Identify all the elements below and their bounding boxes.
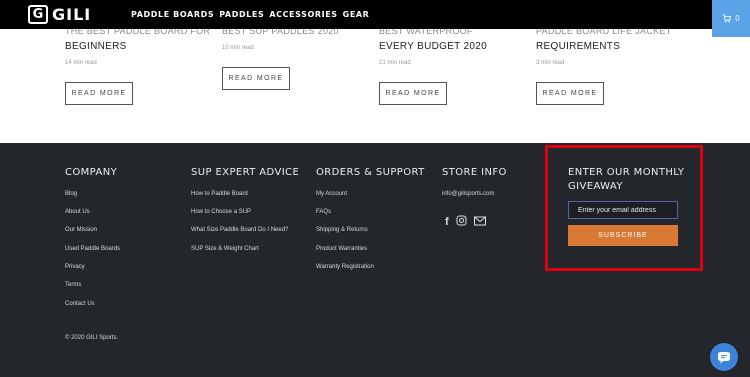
footer-link-contact-us[interactable]: Contact Us	[65, 301, 95, 307]
subscribe-button[interactable]: SUBSCRIBE	[568, 225, 678, 246]
chat-icon	[718, 351, 730, 363]
footer-link-my-account[interactable]: My Account	[316, 191, 347, 197]
article-title[interactable]: REQUIREMENTS	[536, 41, 620, 52]
social-links: f	[445, 215, 486, 229]
read-more-button[interactable]: READ MORE	[536, 82, 604, 105]
instagram-icon[interactable]	[456, 215, 467, 229]
footer-column-sup-advice: SUP EXPERT ADVICE How to Paddle Board Ho…	[191, 167, 300, 252]
footer-link-faqs[interactable]: FAQs	[316, 209, 331, 215]
footer-column-title: ORDERS & SUPPORT	[316, 167, 425, 178]
read-time: 21 min read	[379, 60, 411, 66]
read-time: 14 min read	[65, 60, 97, 66]
footer-column-store-info: STORE INFO info@gilisports.com f	[442, 167, 507, 228]
footer-link-email[interactable]: info@gilisports.com	[442, 191, 494, 197]
read-more-button[interactable]: READ MORE	[222, 67, 290, 90]
cart-count: 0	[735, 14, 740, 23]
footer-link-product-warranties[interactable]: Product Warranties	[316, 246, 367, 252]
email-icon[interactable]	[473, 216, 486, 229]
read-more-button[interactable]: READ MORE	[379, 82, 447, 105]
footer-link-how-to-paddle-board[interactable]: How to Paddle Board	[191, 191, 248, 197]
footer-link-what-size[interactable]: What Size Paddle Board Do I Need?	[191, 227, 288, 233]
footer-link-about-us[interactable]: About Us	[65, 209, 90, 215]
footer-link-blog[interactable]: Blog	[65, 191, 77, 197]
cart-button[interactable]: 0	[712, 0, 750, 37]
footer-link-our-mission[interactable]: Our Mission	[65, 227, 97, 233]
footer-link-used-paddle-boards[interactable]: Used Paddle Boards	[65, 246, 120, 252]
read-time: 10 min read	[222, 45, 254, 51]
read-time: 3 min read	[536, 60, 565, 66]
footer-link-shipping-returns[interactable]: Shipping & Returns	[316, 227, 368, 233]
footer-column-title: STORE INFO	[442, 167, 507, 178]
nav-paddles[interactable]: PADDLES	[219, 0, 264, 29]
footer-link-warranty-registration[interactable]: Warranty Registration	[316, 264, 374, 270]
email-input[interactable]	[568, 201, 678, 219]
read-more-button[interactable]: READ MORE	[65, 82, 133, 105]
nav-gear[interactable]: GEAR	[343, 0, 370, 29]
site-header: G GILI PADDLE BOARDS PADDLES ACCESSORIES…	[0, 0, 750, 37]
footer-link-size-weight-chart[interactable]: SUP Size & Weight Chart	[191, 246, 259, 252]
footer-column-company: COMPANY Blog About Us Our Mission Used P…	[65, 167, 120, 307]
logo-mark: G	[28, 5, 48, 24]
footer-link-privacy[interactable]: Privacy	[65, 264, 85, 270]
footer-link-terms[interactable]: Terms	[65, 282, 81, 288]
article-title[interactable]: BEGINNERS	[65, 41, 127, 52]
copyright-text: © 2020 GILI Sports.	[65, 335, 119, 341]
footer-column-orders-support: ORDERS & SUPPORT My Account FAQs Shippin…	[316, 167, 425, 270]
chat-button[interactable]	[710, 343, 738, 371]
footer-column-title: SUP EXPERT ADVICE	[191, 167, 300, 178]
footer-column-title: COMPANY	[65, 167, 118, 178]
article-title[interactable]: EVERY BUDGET 2020	[379, 41, 487, 52]
cart-icon	[722, 14, 732, 23]
footer-link-how-to-choose-sup[interactable]: How to Choose a SUP	[191, 209, 251, 215]
giveaway-title: ENTER OUR MONTHLY GIVEAWAY	[568, 167, 685, 192]
logo-text: GILI	[52, 5, 92, 24]
nav-paddle-boards[interactable]: PADDLE BOARDS	[131, 0, 214, 29]
facebook-icon[interactable]: f	[445, 216, 449, 228]
main-nav: PADDLE BOARDS PADDLES ACCESSORIES GEAR	[131, 0, 369, 29]
site-logo[interactable]: G GILI	[28, 5, 91, 24]
nav-accessories[interactable]: ACCESSORIES	[269, 0, 337, 29]
